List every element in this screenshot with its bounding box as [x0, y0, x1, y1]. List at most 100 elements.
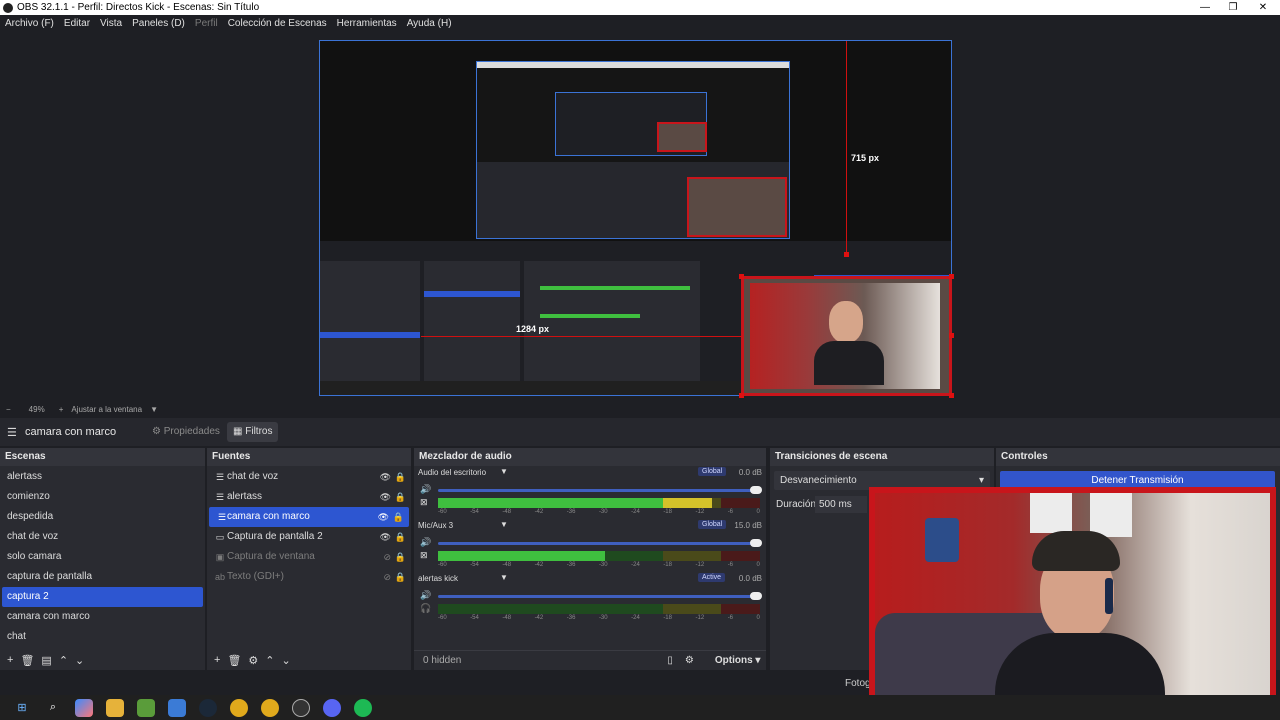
restore-icon[interactable]: ❐ [1218, 0, 1248, 15]
lock-icon[interactable]: 🔒 [395, 487, 406, 507]
steam-icon[interactable] [199, 698, 217, 717]
minimize-icon[interactable]: — [1190, 0, 1220, 15]
volume-slider[interactable] [438, 539, 762, 547]
source-item[interactable]: ab Texto (GDI+) ⊘ 🔒 [207, 567, 411, 587]
headphones-icon[interactable]: 🎧 [420, 603, 431, 614]
window-titlebar: OBS 32.1.1 - Perfil: Directos Kick - Esc… [0, 0, 1280, 15]
eye-icon[interactable]: 👁 [380, 527, 391, 547]
frame-picture [1090, 493, 1132, 537]
scene-item[interactable]: despedida [0, 507, 205, 527]
scene-item[interactable]: camara con marco [0, 607, 205, 627]
chrome-icon[interactable] [261, 698, 279, 717]
zoom-out-button[interactable]: − [6, 405, 11, 414]
source-item[interactable]: ▣ Captura de ventana ⊘ 🔒 [207, 547, 411, 567]
scene-item[interactable]: chat de voz [0, 527, 205, 547]
duration-input[interactable]: 500 ms [815, 496, 867, 513]
obs-icon[interactable] [292, 698, 310, 717]
menu-herramientas[interactable]: Herramientas [332, 18, 402, 29]
add-icon[interactable]: + [214, 654, 220, 666]
scene-item[interactable]: captura de pantalla [0, 567, 205, 587]
source-item-selected[interactable]: ☰ camara con marco 👁 🔒 [209, 507, 409, 527]
gear-icon[interactable]: ⚙ [248, 654, 258, 667]
spotify-icon[interactable] [354, 698, 372, 717]
eye-icon[interactable]: 👁 [380, 467, 391, 487]
source-item[interactable]: ☰ alertass 👁 🔒 [207, 487, 411, 507]
tab-filters[interactable]: ▦ Filtros [227, 422, 279, 442]
scene-item[interactable]: alertass [0, 467, 205, 487]
trash-icon[interactable]: 🗑 [20, 654, 34, 667]
tab-properties[interactable]: ⚙ Propiedades [146, 422, 226, 442]
settings-icon[interactable]: ⚙ [685, 655, 694, 666]
folder-icon[interactable] [106, 698, 124, 717]
lock-icon[interactable]: 🔒 [395, 467, 406, 487]
resize-handle[interactable] [949, 333, 954, 338]
zoom-fit-label[interactable]: Ajustar a la ventana [71, 405, 142, 414]
volume-slider[interactable] [438, 592, 762, 600]
options-button[interactable]: Options ▾ [708, 655, 761, 666]
speaker-icon[interactable]: 🔊 [420, 590, 431, 601]
source-item[interactable]: ☰ chat de voz 👁 🔒 [207, 467, 411, 487]
slider-knob[interactable] [750, 486, 762, 494]
eye-icon[interactable]: 👁 [380, 487, 391, 507]
layout-icon[interactable]: ▯ [667, 655, 673, 666]
resize-handle[interactable] [949, 393, 954, 398]
copilot-icon[interactable] [75, 698, 93, 717]
monitor-off-icon[interactable]: ⊠ [420, 550, 428, 561]
resize-handle[interactable] [844, 252, 849, 257]
zoom-in-button[interactable]: + [59, 405, 64, 414]
chevron-down-icon[interactable]: ▼ [150, 405, 158, 414]
chrome-icon[interactable] [230, 698, 248, 717]
store-icon[interactable] [168, 698, 186, 717]
source-label: chat de voz [227, 471, 279, 482]
tick-label: -12 [695, 562, 705, 568]
slider-knob[interactable] [750, 592, 762, 600]
channel-name: alertas kick [418, 574, 459, 583]
scene-item[interactable]: chat [0, 627, 205, 647]
volume-slider[interactable] [438, 486, 762, 494]
scene-item-selected[interactable]: captura 2 [2, 587, 203, 607]
menu-ayuda[interactable]: Ayuda (H) [402, 18, 457, 29]
resize-handle[interactable] [949, 274, 954, 279]
lock-icon[interactable]: 🔒 [395, 567, 406, 587]
menu-coleccion[interactable]: Colección de Escenas [223, 18, 332, 29]
scene-item[interactable]: comienzo [0, 487, 205, 507]
speaker-icon[interactable]: 🔊 [420, 484, 431, 495]
down-icon[interactable]: ⌄ [282, 654, 291, 667]
eye-hidden-icon[interactable]: ⊘ [383, 547, 391, 567]
menu-perfil[interactable]: Perfil [190, 18, 223, 29]
selected-camera-source[interactable] [741, 276, 952, 396]
lock-icon[interactable]: 🔒 [393, 507, 404, 527]
chevron-down-icon[interactable]: ▼ [500, 520, 508, 529]
up-icon[interactable]: ⌃ [59, 654, 68, 667]
chevron-down-icon[interactable]: ▼ [500, 467, 508, 476]
lock-icon[interactable]: 🔒 [395, 527, 406, 547]
lock-icon[interactable]: 🔒 [395, 547, 406, 567]
chevron-down-icon[interactable]: ▼ [500, 573, 508, 582]
menu-icon[interactable]: ☰ [7, 426, 17, 439]
menu-archivo[interactable]: Archivo (F) [0, 18, 59, 29]
windows-start-icon[interactable]: ⊞ [13, 699, 31, 717]
minecraft-icon[interactable] [137, 698, 155, 717]
slider-knob[interactable] [750, 539, 762, 547]
add-icon[interactable]: + [7, 654, 13, 666]
menu-editar[interactable]: Editar [59, 18, 95, 29]
menu-paneles[interactable]: Paneles (D) [127, 18, 190, 29]
resize-handle[interactable] [739, 274, 744, 279]
eye-hidden-icon[interactable]: ⊘ [383, 567, 391, 587]
search-icon[interactable]: ⌕ [44, 699, 62, 717]
discord-icon[interactable] [323, 698, 341, 717]
down-icon[interactable]: ⌄ [75, 654, 84, 667]
scene-item[interactable]: solo camara [0, 547, 205, 567]
trash-icon[interactable]: 🗑 [227, 654, 241, 667]
resize-handle[interactable] [739, 393, 744, 398]
mixer-channel: alertas kick ▼ Active 0.0 dB 🔊 🎧 -60 -54 -48 -42-… [414, 572, 766, 625]
up-icon[interactable]: ⌃ [265, 654, 274, 667]
monitor-off-icon[interactable]: ⊠ [420, 497, 428, 508]
filter-icon[interactable]: ▤ [41, 654, 51, 667]
source-item[interactable]: ▭ Captura de pantalla 2 👁 🔒 [207, 527, 411, 547]
ruler-horizontal [421, 336, 741, 337]
eye-icon[interactable]: 👁 [378, 507, 389, 527]
speaker-icon[interactable]: 🔊 [420, 537, 431, 548]
close-icon[interactable]: ✕ [1248, 0, 1278, 15]
menu-vista[interactable]: Vista [95, 18, 127, 29]
